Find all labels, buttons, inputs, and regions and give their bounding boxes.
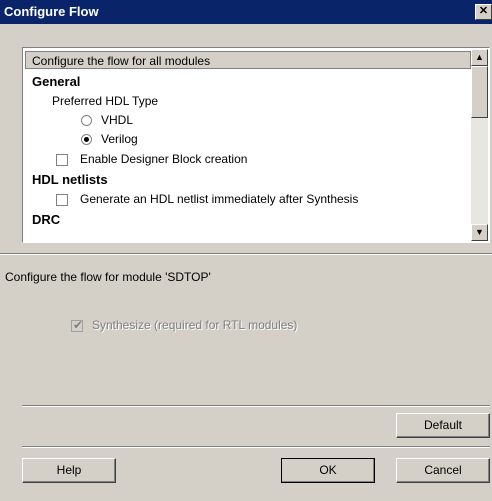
vertical-scrollbar[interactable]: ▲ ▼ [471,49,488,241]
window-title: Configure Flow [4,4,99,19]
designer-block-label: Enable Designer Block creation [80,152,248,166]
help-button[interactable]: Help [22,458,116,483]
title-bar: Configure Flow ✕ [0,0,492,24]
verilog-label: Verilog [101,132,138,146]
verilog-radio-option[interactable]: Verilog [81,132,171,148]
scroll-thumb[interactable] [471,66,488,118]
synthesize-label: Synthesize (required for RTL modules) [92,318,298,332]
close-icon: ✕ [478,5,489,17]
generate-netlist-label: Generate an HDL netlist immediately afte… [80,192,359,206]
general-heading: General [32,74,81,89]
divider [22,446,490,448]
synthesize-checkbox: ✔ [71,318,84,332]
panel-header-label: Configure the flow for all modules [32,54,211,68]
scroll-down-button[interactable]: ▼ [471,224,488,241]
drc-heading: DRC [32,212,61,227]
arrow-down-icon: ▼ [475,227,484,237]
default-button[interactable]: Default [396,413,490,438]
synthesize-option: ✔ Synthesize (required for RTL modules) [71,318,371,334]
close-button[interactable]: ✕ [475,4,492,20]
vhdl-radio[interactable] [81,115,92,126]
generate-netlist-checkbox[interactable] [56,194,68,206]
all-modules-panel[interactable]: Configure the flow for all modules Gener… [22,47,490,243]
divider [22,405,490,407]
hdl-netlists-heading: HDL netlists [32,172,108,187]
vhdl-radio-option[interactable]: VHDL [81,113,171,129]
cancel-button[interactable]: Cancel [396,458,490,483]
divider [0,253,492,255]
scroll-up-button[interactable]: ▲ [471,49,488,66]
arrow-up-icon: ▲ [475,52,484,62]
module-label: Configure the flow for module 'SDTOP' [5,270,211,284]
panel-header: Configure the flow for all modules [25,51,471,69]
designer-block-option[interactable]: Enable Designer Block creation [56,152,316,168]
vhdl-label: VHDL [101,113,134,127]
designer-block-checkbox[interactable] [56,154,68,166]
hdl-type-label: Preferred HDL Type [52,94,159,108]
ok-button[interactable]: OK [281,458,375,483]
generate-netlist-option[interactable]: Generate an HDL netlist immediately afte… [56,192,456,208]
verilog-radio[interactable] [81,134,92,145]
